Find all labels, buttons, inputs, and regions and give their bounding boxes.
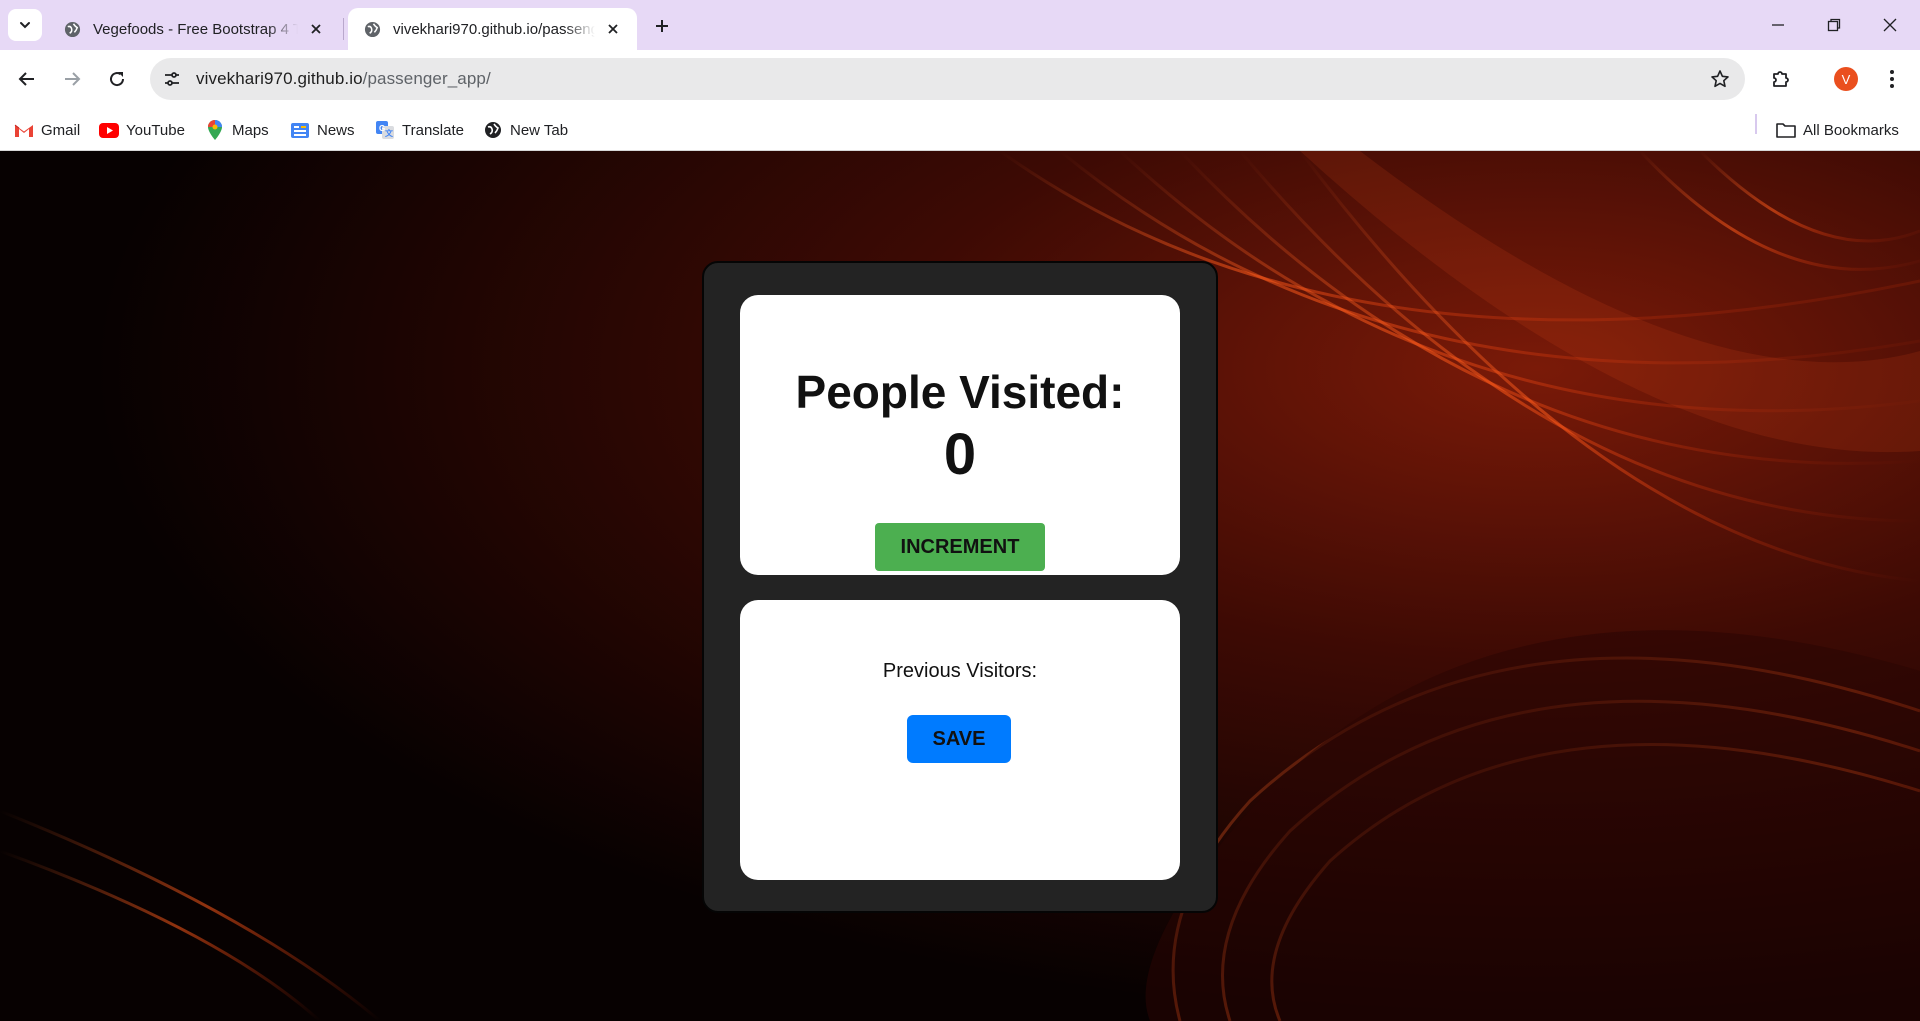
save-button[interactable]: SAVE — [907, 715, 1011, 763]
url-path: /passenger_app/ — [362, 69, 491, 88]
more-vert-icon — [1890, 70, 1894, 88]
puzzle-icon — [1773, 71, 1789, 87]
page-viewport: People Visited: 0 INCREMENT Previous Vis… — [0, 151, 1920, 1021]
plus-icon — [656, 20, 668, 32]
url-host: vivekhari970.github.io — [196, 69, 363, 88]
bookmarks-divider — [1755, 114, 1757, 134]
all-bookmarks-label: All Bookmarks — [1803, 121, 1899, 139]
star-icon — [1711, 70, 1729, 88]
bookmark-gmail[interactable]: Gmail — [14, 118, 80, 142]
address-text[interactable]: vivekhari970.github.io/passenger_app/ — [196, 69, 491, 89]
close-window-button[interactable] — [1862, 0, 1918, 50]
tab-passenger-app[interactable]: vivekhari970.github.io/passenger_app/ — [348, 8, 637, 50]
arrow-right-icon — [65, 72, 81, 86]
tab-strip: Vegefoods - Free Bootstrap 4 Template by… — [0, 0, 1920, 50]
arrow-left-icon — [18, 72, 34, 86]
back-button[interactable] — [9, 61, 45, 97]
reload-icon — [110, 72, 125, 87]
folder-icon — [1776, 120, 1796, 140]
forward-button[interactable] — [54, 61, 90, 97]
maps-icon — [205, 120, 225, 140]
close-icon — [1883, 18, 1897, 32]
people-visited-label: People Visited: — [795, 366, 1125, 418]
tab-vegefoods[interactable]: Vegefoods - Free Bootstrap 4 Template by… — [48, 8, 340, 50]
news-icon — [290, 120, 310, 140]
bookmark-label: News — [317, 121, 355, 139]
avatar: V — [1834, 67, 1858, 91]
tab-title: Vegefoods - Free Bootstrap 4 Template by… — [93, 20, 298, 38]
menu-button[interactable] — [1874, 61, 1910, 97]
profile-button[interactable]: V — [1828, 61, 1864, 97]
site-info-button[interactable] — [157, 64, 187, 94]
bookmark-label: Translate — [402, 121, 464, 139]
bookmark-news[interactable]: News — [290, 118, 355, 142]
bookmarks-bar: Gmail YouTube Maps News G文 Translate New… — [0, 108, 1920, 151]
bookmark-label: YouTube — [126, 121, 185, 139]
tune-icon — [165, 72, 179, 86]
tab-separator — [343, 18, 344, 40]
globe-icon — [64, 21, 81, 37]
translate-icon: G文 — [375, 120, 395, 140]
extensions-button[interactable] — [1763, 61, 1799, 97]
globe-icon — [483, 120, 503, 140]
bookmark-translate[interactable]: G文 Translate — [375, 118, 464, 142]
minimize-button[interactable] — [1750, 0, 1806, 50]
restore-icon — [1827, 18, 1841, 32]
bookmark-label: New Tab — [510, 121, 569, 139]
all-bookmarks-button[interactable]: All Bookmarks — [1776, 118, 1899, 142]
globe-icon — [364, 21, 381, 37]
gmail-icon — [14, 120, 34, 140]
tab-search-button[interactable] — [8, 9, 42, 41]
bookmark-youtube[interactable]: YouTube — [99, 118, 185, 142]
browser-toolbar: vivekhari970.github.io/passenger_app/ V — [0, 50, 1920, 108]
increment-button[interactable]: INCREMENT — [875, 523, 1045, 571]
bookmark-label: Gmail — [41, 121, 81, 139]
visitor-counter-card: People Visited: 0 INCREMENT Previous Vis… — [702, 261, 1218, 913]
bookmark-maps[interactable]: Maps — [205, 118, 269, 142]
history-panel: Previous Visitors: SAVE — [740, 600, 1180, 880]
counter-panel: People Visited: 0 INCREMENT — [740, 295, 1180, 575]
address-bar[interactable]: vivekhari970.github.io/passenger_app/ — [150, 58, 1745, 100]
visitor-count: 0 — [943, 422, 977, 487]
close-icon[interactable] — [603, 19, 623, 39]
bookmark-star-button[interactable] — [1705, 64, 1735, 94]
new-tab-button[interactable] — [648, 12, 676, 40]
reload-button[interactable] — [99, 61, 135, 97]
tab-title: vivekhari970.github.io/passenger_app/ — [393, 20, 595, 38]
bookmark-label: Maps — [232, 121, 269, 139]
chevron-down-icon — [20, 22, 30, 29]
previous-visitors-label: Previous Visitors: — [882, 660, 1038, 682]
close-icon[interactable] — [306, 19, 326, 39]
svg-text:文: 文 — [385, 128, 394, 138]
bookmark-new-tab[interactable]: New Tab — [483, 118, 568, 142]
minimize-icon — [1772, 24, 1784, 26]
restore-button[interactable] — [1806, 0, 1862, 50]
youtube-icon — [99, 120, 119, 140]
